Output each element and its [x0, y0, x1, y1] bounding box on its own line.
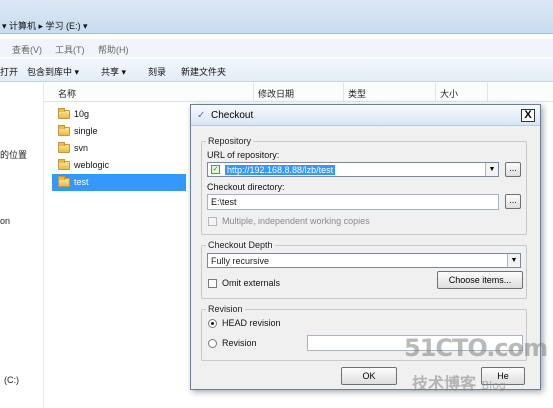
file-name: svn [74, 143, 89, 153]
revision-radio[interactable] [208, 339, 217, 348]
tortoise-icon: ✓ [197, 110, 206, 121]
revision-label: Revision [222, 338, 257, 348]
dialog-title: Checkout [211, 110, 254, 121]
head-revision-radio[interactable] [208, 319, 217, 328]
file-name: weblogic [74, 160, 110, 170]
file-name: 10g [74, 109, 90, 119]
watermark-logo: 51CTO.com [404, 334, 548, 362]
nav-item-drive-c[interactable]: (C:) [4, 375, 19, 385]
menu-tools[interactable]: 工具(T) [55, 43, 85, 56]
head-revision-label: HEAD revision [222, 318, 281, 328]
nav-item-network[interactable]: on [0, 216, 10, 226]
checkout-dir-label: Checkout directory: [207, 182, 285, 192]
checkout-dir-value: E:\test [211, 197, 237, 207]
multiple-label: Multiple, independent working copies [222, 216, 370, 226]
toolbar-share-button[interactable]: 共享 ▾ [101, 65, 126, 78]
omit-externals-label: Omit externals [222, 278, 281, 288]
nav-item-locations[interactable]: 的位置 [0, 148, 27, 161]
column-header-size[interactable]: 大小 [436, 83, 488, 102]
revision-group-label: Revision [206, 304, 245, 314]
list-item[interactable]: svn [52, 140, 186, 157]
file-name: test [74, 177, 89, 187]
dialog-title-bar[interactable]: ✓ Checkout X [191, 105, 540, 126]
folder-icon [58, 142, 70, 153]
command-toolbar: 打开 包含到库中 ▾ 共享 ▾ 刻录 新建文件夹 [0, 58, 553, 82]
list-item[interactable]: 10g [52, 106, 186, 123]
url-combobox[interactable]: ✓ http://192.168.8.88/lzb/test ▼ [207, 162, 499, 177]
dropdown-arrow-icon[interactable]: ▼ [485, 163, 498, 176]
folder-icon [58, 125, 70, 136]
address-breadcrumb[interactable]: ▾ 计算机 ▸ 学习 (E:) ▾ [2, 19, 88, 32]
depth-combobox[interactable]: Fully recursive ▼ [207, 253, 521, 268]
toolbar-new-folder-button[interactable]: 新建文件夹 [181, 65, 226, 78]
url-browse-button[interactable]: ... [505, 162, 521, 177]
close-button[interactable]: X [521, 109, 535, 122]
checkout-depth-label: Checkout Depth [206, 240, 275, 250]
url-file-icon: ✓ [211, 165, 220, 174]
omit-externals-checkbox[interactable] [208, 279, 217, 288]
column-headers: 名称 修改日期 类型 大小 [44, 83, 553, 102]
folder-icon [58, 176, 70, 187]
toolbar-burn-button[interactable]: 刻录 [148, 65, 166, 78]
folder-icon [58, 108, 70, 119]
column-header-type[interactable]: 类型 [344, 83, 436, 102]
menu-view[interactable]: 查看(V) [12, 43, 42, 56]
navigation-pane: 的位置 on (C:) [0, 83, 44, 408]
url-label: URL of repository: [207, 150, 280, 160]
depth-value: Fully recursive [211, 256, 270, 266]
dropdown-arrow-icon[interactable]: ▼ [507, 254, 520, 267]
list-item[interactable]: weblogic [52, 157, 186, 174]
repository-group-label: Repository [206, 136, 254, 146]
toolbar-include-library-button[interactable]: 包含到库中 ▾ [27, 65, 79, 78]
folder-icon [58, 159, 70, 170]
watermark-blog-text: 技术博客 [412, 374, 477, 393]
column-header-date[interactable]: 修改日期 [254, 83, 344, 102]
multiple-checkbox[interactable] [208, 217, 217, 226]
url-value: http://192.168.8.88/lzb/test [225, 165, 336, 175]
file-list: 10g single svn weblogic test [52, 106, 186, 191]
menu-bar: 查看(V) 工具(T) 帮助(H) [0, 39, 553, 57]
list-item-selected[interactable]: test [52, 174, 186, 191]
watermark-blog: 技术博客 Blog [412, 370, 506, 394]
menu-help[interactable]: 帮助(H) [98, 43, 129, 56]
list-item[interactable]: single [52, 123, 186, 140]
checkout-dir-browse-button[interactable]: ... [505, 194, 521, 209]
ok-button[interactable]: OK [341, 367, 397, 385]
column-header-name[interactable]: 名称 [44, 83, 254, 102]
toolbar-open-button[interactable]: 打开 [0, 65, 18, 78]
file-name: single [74, 126, 98, 136]
watermark-blog-suffix: Blog [481, 379, 506, 392]
choose-items-button[interactable]: Choose items... [437, 271, 523, 289]
address-bar[interactable]: ▾ 计算机 ▸ 学习 (E:) ▾ [0, 0, 553, 34]
checkout-dir-input[interactable]: E:\test [207, 194, 499, 210]
